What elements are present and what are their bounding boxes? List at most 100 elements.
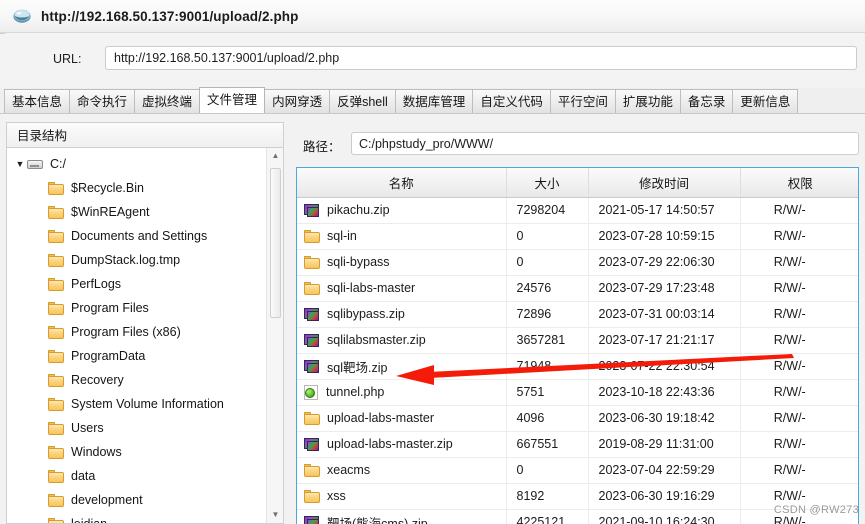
- folder-icon: [304, 411, 320, 425]
- tree-node-program-files[interactable]: Program Files: [7, 296, 263, 320]
- tab-intranet-tunnel[interactable]: 内网穿透: [264, 89, 331, 113]
- file-permission: R/W/-: [740, 327, 858, 354]
- tree-node-windows[interactable]: Windows: [7, 440, 263, 464]
- tree-node-recycle-bin[interactable]: $Recycle.Bin: [7, 176, 263, 200]
- file-table: 名称 大小 修改时间 权限 pikachu.zip 7298204 2021-0…: [297, 168, 858, 524]
- file-permission: R/W/-: [740, 353, 858, 380]
- table-row[interactable]: xeacms 0 2023-07-04 22:59:29 R/W/-: [297, 457, 858, 484]
- table-row[interactable]: pikachu.zip 7298204 2021-05-17 14:50:57 …: [297, 197, 858, 224]
- table-row[interactable]: sql靶场.zip 71948 2023-07-22 22:30:54 R/W/…: [297, 353, 858, 380]
- tree-node-program-files-x86[interactable]: Program Files (x86): [7, 320, 263, 344]
- table-row[interactable]: upload-labs-master.zip 667551 2019-08-29…: [297, 431, 858, 458]
- tab-extensions[interactable]: 扩展功能: [614, 89, 681, 113]
- file-permission: R/W/-: [740, 197, 858, 224]
- tab-reverse-shell[interactable]: 反弹shell: [329, 89, 396, 113]
- folder-icon: [304, 255, 320, 269]
- file-permission: R/W/-: [740, 379, 858, 406]
- chevron-down-icon[interactable]: ▼: [13, 159, 27, 169]
- folder-icon: [304, 229, 320, 243]
- file-name: upload-labs-master.zip: [327, 437, 453, 451]
- tree-node-root[interactable]: ▼ C:/: [7, 152, 263, 176]
- table-row[interactable]: sqlibypass.zip 72896 2023-07-31 00:03:14…: [297, 301, 858, 328]
- file-name: 靶场(熊海cms).zip: [327, 516, 428, 524]
- tab-virtual-terminal[interactable]: 虚拟终端: [134, 89, 201, 113]
- file-permission: R/W/-: [740, 431, 858, 458]
- file-permission: R/W/-: [740, 223, 858, 250]
- tree-node-label: development: [71, 493, 143, 507]
- scroll-down-icon[interactable]: ▼: [267, 507, 283, 523]
- tab-basic-info[interactable]: 基本信息: [4, 89, 71, 113]
- column-header-permission[interactable]: 权限: [740, 168, 858, 198]
- window-title: http://192.168.50.137:9001/upload/2.php: [41, 8, 299, 24]
- main-tabstrip: 基本信息 命令执行 虚拟终端 文件管理 内网穿透 反弹shell 数据库管理 自…: [0, 87, 865, 114]
- zip-icon: [304, 333, 320, 347]
- folder-icon: [48, 349, 64, 363]
- folder-icon: [48, 493, 64, 507]
- globe-icon: [12, 6, 32, 26]
- tree-node-label: Windows: [71, 445, 122, 459]
- file-size: 24576: [506, 275, 589, 302]
- scrollbar-thumb[interactable]: [270, 168, 281, 318]
- file-table-header-row: 名称 大小 修改时间 权限: [297, 168, 858, 198]
- file-name: sqlibypass.zip: [327, 307, 405, 321]
- tree-node-winreagent[interactable]: $WinREAgent: [7, 200, 263, 224]
- tab-notes[interactable]: 备忘录: [679, 89, 734, 113]
- folder-icon: [48, 397, 64, 411]
- tree-node-label: Documents and Settings: [71, 229, 208, 243]
- tab-update-info[interactable]: 更新信息: [732, 89, 799, 113]
- directory-tree-scrollbar[interactable]: ▲ ▼: [266, 148, 283, 523]
- folder-icon: [304, 463, 320, 477]
- path-row: 路径：: [292, 132, 865, 156]
- folder-icon: [48, 253, 64, 267]
- tree-node-label: Recovery: [71, 373, 124, 387]
- column-header-mtime[interactable]: 修改时间: [588, 168, 741, 198]
- tab-custom-code[interactable]: 自定义代码: [472, 89, 551, 113]
- url-input[interactable]: [105, 46, 857, 70]
- tree-node-label: System Volume Information: [71, 397, 224, 411]
- tree-node-users[interactable]: Users: [7, 416, 263, 440]
- directory-tree-scroll-area: ▼ C:/ $Recycle.Bin $WinREAgent Documents…: [6, 148, 284, 524]
- file-size: 72896: [506, 301, 589, 328]
- path-input[interactable]: [351, 132, 859, 155]
- tree-node-system-volume-information[interactable]: System Volume Information: [7, 392, 263, 416]
- tree-node-data[interactable]: data: [7, 464, 263, 488]
- tab-database-manage[interactable]: 数据库管理: [394, 89, 474, 113]
- tab-parallel-space[interactable]: 平行空间: [549, 89, 616, 113]
- tab-command-exec[interactable]: 命令执行: [69, 89, 136, 113]
- tree-node-label: PerfLogs: [71, 277, 122, 291]
- tree-node-label: data: [71, 469, 96, 483]
- table-row[interactable]: upload-labs-master 4096 2023-06-30 19:18…: [297, 405, 858, 432]
- directory-tree: ▼ C:/ $Recycle.Bin $WinREAgent Documents…: [7, 148, 263, 524]
- table-row[interactable]: sql-in 0 2023-07-28 10:59:15 R/W/-: [297, 223, 858, 250]
- file-table-scroll-area: 名称 大小 修改时间 权限 pikachu.zip 7298204 2021-0…: [296, 167, 859, 524]
- tree-node-recovery[interactable]: Recovery: [7, 368, 263, 392]
- folder-icon: [48, 277, 64, 291]
- file-size: 667551: [506, 431, 589, 458]
- tree-node-label: leidian: [71, 517, 108, 524]
- scroll-up-icon[interactable]: ▲: [267, 148, 283, 164]
- tree-node-dumpstack-log-tmp[interactable]: DumpStack.log.tmp: [7, 248, 263, 272]
- tree-node-documents-and-settings[interactable]: Documents and Settings: [7, 224, 263, 248]
- tree-node-perflogs[interactable]: PerfLogs: [7, 272, 263, 296]
- watermark-text: CSDN @RW273: [773, 504, 859, 516]
- file-size: 3657281: [506, 327, 589, 354]
- file-mtime: 2023-07-29 22:06:30: [588, 249, 741, 276]
- tree-node-programdata[interactable]: ProgramData: [7, 344, 263, 368]
- directory-tree-header: 目录结构: [6, 122, 284, 148]
- tree-node-label: $Recycle.Bin: [71, 181, 144, 195]
- tab-file-manager[interactable]: 文件管理: [199, 87, 266, 113]
- file-mtime: 2023-06-30 19:16:29: [588, 483, 741, 510]
- folder-icon: [48, 325, 64, 339]
- table-row-tunnel-php[interactable]: tunnel.php 5751 2023-10-18 22:43:36 R/W/…: [297, 379, 858, 406]
- folder-icon: [48, 301, 64, 315]
- column-header-name[interactable]: 名称: [297, 168, 507, 198]
- file-mtime: 2023-07-31 00:03:14: [588, 301, 741, 328]
- file-permission: R/W/-: [740, 457, 858, 484]
- tree-node-development[interactable]: development: [7, 488, 263, 512]
- column-header-size[interactable]: 大小: [506, 168, 589, 198]
- tree-node-label: Program Files (x86): [71, 325, 181, 339]
- tree-node-leidian[interactable]: leidian: [7, 512, 263, 524]
- table-row[interactable]: sqli-labs-master 24576 2023-07-29 17:23:…: [297, 275, 858, 302]
- table-row[interactable]: sqli-bypass 0 2023-07-29 22:06:30 R/W/-: [297, 249, 858, 276]
- table-row[interactable]: sqlilabsmaster.zip 3657281 2023-07-17 21…: [297, 327, 858, 354]
